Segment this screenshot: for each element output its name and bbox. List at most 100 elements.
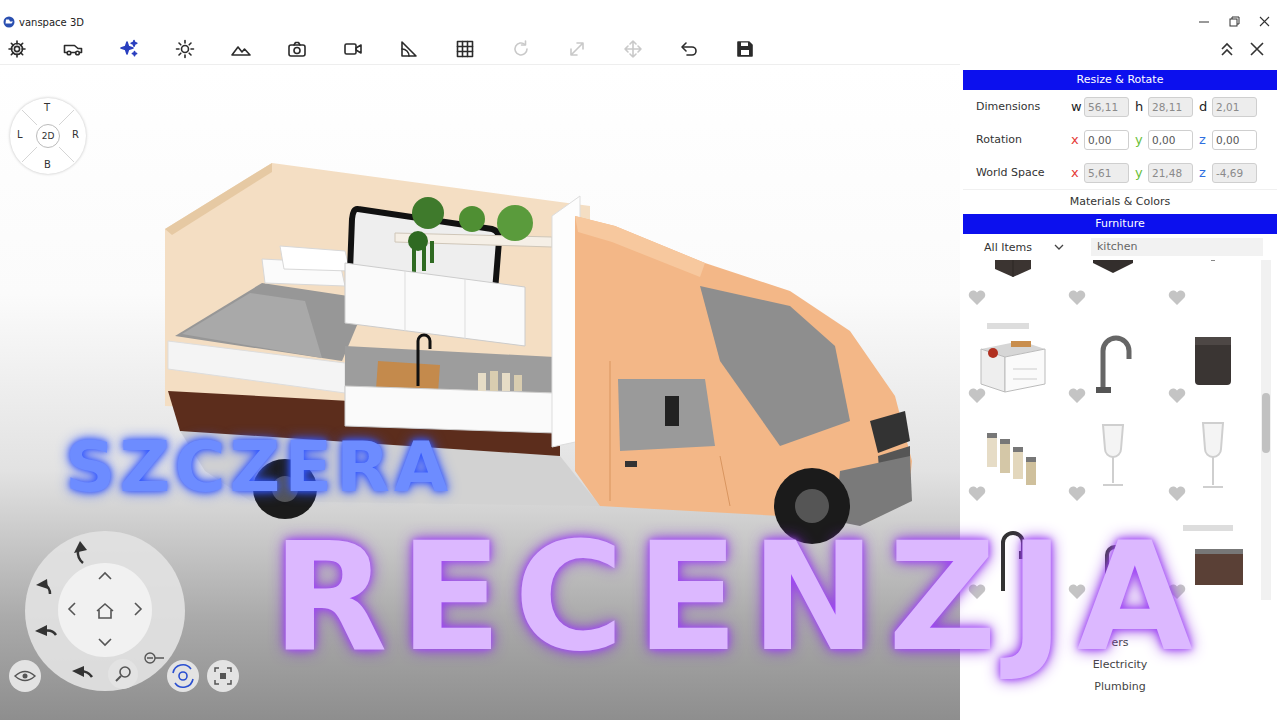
save-button[interactable] — [728, 36, 762, 62]
panel-controls — [1218, 40, 1266, 58]
axis-label: y — [1135, 132, 1148, 147]
value-input: 5,61 — [1084, 163, 1129, 183]
title-bar: vanspace 3D — [0, 0, 1280, 34]
axis-label: x — [1071, 165, 1084, 180]
terrain-icon[interactable] — [231, 39, 251, 59]
furniture-item[interactable] — [1163, 408, 1263, 506]
zoom-out-icon[interactable] — [145, 653, 164, 663]
search-value: kitchen — [1097, 240, 1138, 253]
search-field[interactable]: kitchen — [1091, 238, 1263, 256]
transform-field: d2,01 — [1199, 97, 1257, 117]
field-group: x5,61y21,48z-4,69 — [1071, 163, 1257, 183]
heart-icon[interactable] — [1067, 484, 1087, 502]
row-label: World Space — [976, 166, 1071, 179]
overlay-title-line2: RECENZJA — [272, 522, 1205, 672]
heart-icon[interactable] — [1067, 386, 1087, 404]
heart-icon[interactable] — [967, 288, 987, 306]
eye-icon[interactable] — [9, 660, 41, 692]
orbit-arrows-icon[interactable] — [35, 541, 92, 677]
undo-icon[interactable] — [679, 39, 699, 59]
furniture-thumbnail — [1173, 319, 1253, 399]
furniture-item[interactable] — [1063, 260, 1163, 310]
sun-icon[interactable] — [175, 39, 195, 59]
restore-icon[interactable] — [1224, 15, 1244, 29]
undo-button[interactable] — [672, 36, 706, 62]
zoom-icon[interactable] — [108, 659, 138, 689]
value-input: 56,11 — [1084, 97, 1129, 117]
value-input[interactable]: 0,00 — [1084, 130, 1129, 150]
heart-icon[interactable] — [1167, 288, 1187, 306]
axis-label: w — [1071, 99, 1084, 114]
collapse-icon[interactable] — [1218, 40, 1236, 58]
view-left-button[interactable]: L — [17, 129, 23, 140]
close-window-icon[interactable] — [1254, 15, 1274, 29]
orbit-mode-icon[interactable] — [167, 660, 199, 692]
axis-label: d — [1199, 99, 1212, 114]
category-dropdown[interactable]: All Items — [963, 241, 1085, 254]
axis-label: z — [1199, 165, 1212, 180]
axis-label: x — [1071, 132, 1084, 147]
furniture-item[interactable] — [1163, 310, 1263, 408]
navigation-wheel[interactable] — [0, 526, 260, 716]
transform-field: z-4,69 — [1199, 163, 1257, 183]
save-icon[interactable] — [735, 39, 755, 59]
terrain-button[interactable] — [224, 36, 258, 62]
transform-row: Rotationx0,00y0,00z0,00 — [963, 123, 1277, 156]
furniture-item[interactable] — [963, 310, 1063, 408]
heart-icon[interactable] — [1167, 386, 1187, 404]
heart-icon[interactable] — [967, 386, 987, 404]
van-button[interactable] — [56, 36, 90, 62]
camera-icon[interactable] — [287, 39, 307, 59]
field-group: x0,00y0,00z0,00 — [1071, 130, 1257, 150]
app-window: vanspace 3D TLRB2D Resize & RotateDimens… — [0, 0, 1280, 720]
settings-icon[interactable] — [7, 39, 27, 59]
minimize-icon[interactable] — [1194, 15, 1214, 29]
view-right-button[interactable]: R — [72, 129, 79, 140]
materials-colors-button[interactable]: Materials & Colors — [963, 189, 1277, 214]
scrollbar[interactable] — [1261, 260, 1271, 600]
value-input[interactable]: 0,00 — [1148, 130, 1193, 150]
transform-field: x0,00 — [1071, 130, 1129, 150]
resize-rotate-header: Resize & Rotate — [963, 70, 1277, 90]
heart-icon[interactable] — [1067, 288, 1087, 306]
video-icon[interactable] — [343, 39, 363, 59]
furniture-item[interactable] — [1063, 408, 1163, 506]
close-panel-icon[interactable] — [1248, 40, 1266, 58]
angle-ruler-button[interactable] — [392, 36, 426, 62]
tool-group — [0, 36, 762, 62]
grid-button[interactable] — [448, 36, 482, 62]
sun-button[interactable] — [168, 36, 202, 62]
furniture-item[interactable] — [963, 260, 1063, 310]
furniture-item[interactable] — [1163, 260, 1263, 310]
furniture-item[interactable] — [963, 408, 1063, 506]
view-bottom-button[interactable]: B — [44, 159, 51, 170]
view-top-button[interactable]: T — [44, 102, 50, 113]
furniture-header: Furniture — [963, 214, 1277, 234]
video-button[interactable] — [336, 36, 370, 62]
camera-button[interactable] — [280, 36, 314, 62]
van-icon[interactable] — [63, 39, 83, 59]
transform-field: z0,00 — [1199, 130, 1257, 150]
view-cube[interactable]: T L R B 2D — [10, 98, 86, 174]
sparkles-button[interactable] — [112, 36, 146, 62]
window-controls — [1194, 15, 1274, 29]
field-group: w56,11h28,11d2,01 — [1071, 97, 1257, 117]
view-2d-button[interactable]: 2D — [36, 124, 60, 148]
fit-view-icon[interactable] — [207, 660, 239, 692]
value-input: 28,11 — [1148, 97, 1193, 117]
sparkles-icon[interactable] — [119, 39, 139, 59]
furniture-thumbnail — [1073, 319, 1153, 399]
category-item[interactable]: Plumbing — [963, 676, 1277, 698]
dropdown-value: All Items — [984, 241, 1032, 254]
settings-button[interactable] — [0, 36, 34, 62]
value-input[interactable]: 0,00 — [1212, 130, 1257, 150]
heart-icon[interactable] — [1167, 484, 1187, 502]
app-logo-icon — [3, 16, 15, 28]
scrollbar-thumb[interactable] — [1262, 393, 1270, 453]
angle-ruler-icon[interactable] — [399, 39, 419, 59]
toolbar — [0, 34, 1280, 64]
furniture-item[interactable] — [1063, 310, 1163, 408]
resize-icon — [567, 39, 587, 59]
heart-icon[interactable] — [967, 484, 987, 502]
grid-icon[interactable] — [455, 39, 475, 59]
